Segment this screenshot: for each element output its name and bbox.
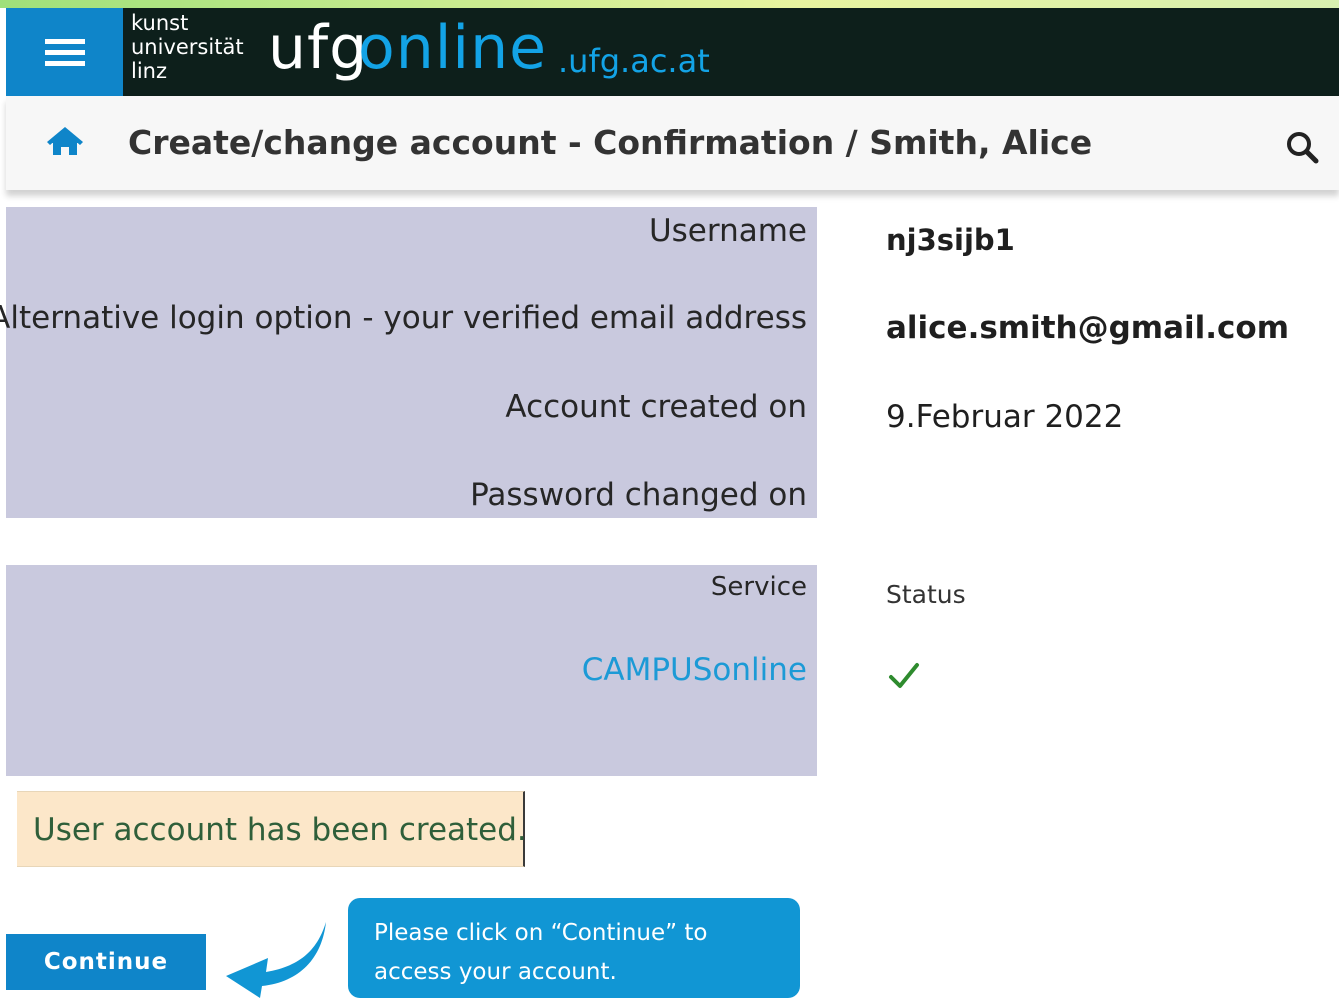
logo-text: kunst universität linz [131,11,244,83]
logo-line-universitaet: universität [131,35,244,59]
search-icon[interactable] [1285,130,1319,164]
logo-line-linz: linz [131,59,168,83]
logo-ufg: ufg [268,13,369,83]
password-changed-label: Password changed on [470,477,807,513]
continue-button[interactable]: Continue [6,934,206,990]
top-navbar: kunst universität linz ufg online .ufg.a… [6,8,1339,96]
username-label: Username [648,213,807,249]
username-value: nj3sijb1 [886,223,1015,257]
success-notice: User account has been created. [17,791,527,867]
alt-login-label: Alternative login option - your verified… [0,300,807,336]
success-notice-text: User account has been created. [33,812,527,848]
logo-line-kunst: kunst [131,11,189,35]
account-labels-panel [6,207,817,518]
logo-online: online [358,13,548,83]
menu-button[interactable] [6,8,123,96]
top-accent-strip [0,0,1339,8]
curved-arrow-icon [226,922,326,998]
status-header: Status [886,580,966,609]
created-label: Account created on [505,389,807,425]
page-title: Create/change account - Confirmation / S… [128,123,1093,162]
checkmark-icon [889,663,919,688]
home-icon[interactable] [47,127,83,157]
page-title-bar: Create/change account - Confirmation / S… [6,96,1339,190]
service-link-campusonline[interactable]: CAMPUSonline [582,650,807,690]
alt-login-value: alice.smith@gmail.com [886,310,1290,346]
service-header: Service [710,572,807,602]
logo-domain: .ufg.ac.at [558,42,710,80]
instruction-callout: Please click on “Continue” to access you… [348,898,800,998]
hamburger-icon [44,39,85,66]
created-value: 9.Februar 2022 [886,399,1124,435]
instruction-callout-text: Please click on “Continue” to access you… [374,920,708,985]
